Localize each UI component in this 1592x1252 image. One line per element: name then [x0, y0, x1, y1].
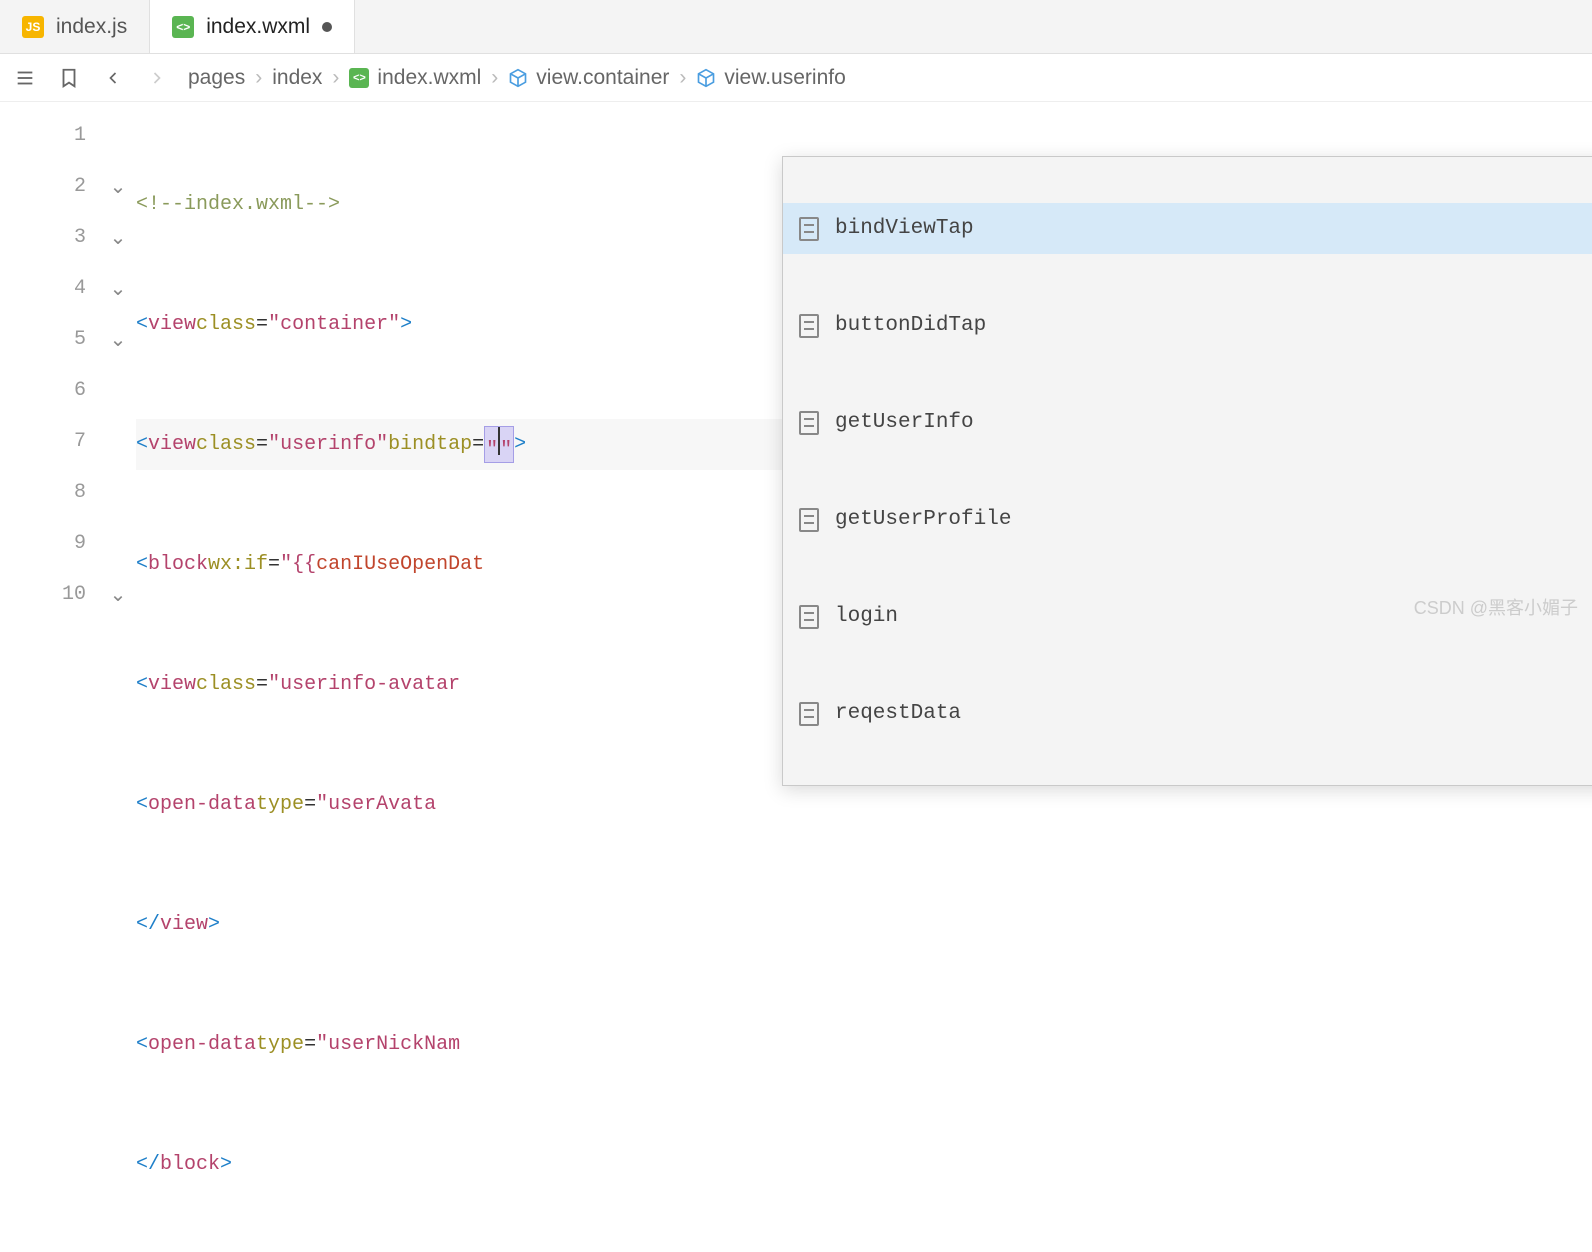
dirty-indicator-icon — [322, 22, 332, 32]
nav-back-icon[interactable] — [100, 65, 126, 91]
autocomplete-item[interactable]: reqestData — [783, 688, 1592, 739]
autocomplete-label: buttonDidTap — [835, 314, 986, 337]
code-line[interactable]: <open-data type="userAvata — [136, 779, 1592, 830]
crumb-index[interactable]: index — [272, 66, 322, 90]
crumb-container[interactable]: view.container — [508, 66, 669, 90]
line-number: 3 — [0, 212, 100, 263]
code-area[interactable]: <!--index.wxml--> <view class="container… — [136, 102, 1592, 1252]
fold-toggle-icon[interactable]: ⌄ — [100, 569, 136, 620]
chevron-right-icon: › — [332, 66, 339, 90]
bookmark-icon[interactable] — [56, 65, 82, 91]
tab-label: index.js — [56, 15, 127, 39]
element-icon — [508, 68, 528, 88]
suggestion-kind-icon — [799, 702, 819, 726]
suggestion-kind-icon — [799, 605, 819, 629]
crumb-file[interactable]: <> index.wxml — [349, 66, 481, 90]
chevron-right-icon: › — [679, 66, 686, 90]
line-number: 4 — [0, 263, 100, 314]
autocomplete-item[interactable]: bindViewTap — [783, 203, 1592, 254]
line-number: 2 — [0, 161, 100, 212]
editor-toolbar: pages › index › <> index.wxml › view.con… — [0, 54, 1592, 102]
line-number-gutter: 1 2 3 4 5 6 7 8 9 10 — [0, 102, 100, 1252]
autocomplete-label: login — [835, 605, 898, 628]
fold-toggle-icon[interactable]: ⌄ — [100, 161, 136, 212]
tab-index-js[interactable]: JS index.js — [0, 0, 150, 53]
chevron-right-icon: › — [491, 66, 498, 90]
code-line[interactable]: </view> — [136, 899, 1592, 950]
line-number: 1 — [0, 110, 100, 161]
line-number: 8 — [0, 467, 100, 518]
autocomplete-label: bindViewTap — [835, 217, 974, 240]
line-number: 5 — [0, 314, 100, 365]
autocomplete-item[interactable]: getUserInfo — [783, 397, 1592, 448]
line-number: 7 — [0, 416, 100, 467]
outline-icon[interactable] — [12, 65, 38, 91]
wxml-file-icon: <> — [349, 68, 369, 88]
autocomplete-item[interactable]: buttonDidTap — [783, 300, 1592, 351]
chevron-right-icon: › — [255, 66, 262, 90]
wxml-file-icon: <> — [172, 16, 194, 38]
crumb-userinfo[interactable]: view.userinfo — [696, 66, 845, 90]
fold-toggle-icon[interactable]: ⌄ — [100, 212, 136, 263]
autocomplete-popup: bindViewTap buttonDidTap getUserInfo get… — [782, 156, 1592, 786]
js-file-icon: JS — [22, 16, 44, 38]
fold-toggle-icon[interactable]: ⌄ — [100, 314, 136, 365]
line-number: 9 — [0, 518, 100, 569]
tab-index-wxml[interactable]: <> index.wxml — [150, 0, 355, 53]
element-icon — [696, 68, 716, 88]
suggestion-kind-icon — [799, 508, 819, 532]
crumb-pages[interactable]: pages — [188, 66, 245, 90]
suggestion-kind-icon — [799, 217, 819, 241]
watermark-text: CSDN @黑客小媚子 — [1414, 594, 1578, 620]
autocomplete-item[interactable]: getUserProfile — [783, 494, 1592, 545]
autocomplete-label: getUserInfo — [835, 411, 974, 434]
nav-forward-icon[interactable] — [144, 65, 170, 91]
code-editor[interactable]: 1 2 3 4 5 6 7 8 9 10 ⌄ ⌄ ⌄ ⌄ ⌄ <!--index… — [0, 102, 1592, 1252]
line-number: 6 — [0, 365, 100, 416]
autocomplete-label: getUserProfile — [835, 508, 1011, 531]
text-cursor — [498, 427, 500, 455]
fold-toggle-icon[interactable]: ⌄ — [100, 263, 136, 314]
breadcrumb: pages › index › <> index.wxml › view.con… — [188, 66, 846, 90]
code-line[interactable]: </block> — [136, 1139, 1592, 1190]
code-line[interactable]: <open-data type="userNickNam — [136, 1019, 1592, 1070]
tab-bar: JS index.js <> index.wxml — [0, 0, 1592, 54]
fold-gutter: ⌄ ⌄ ⌄ ⌄ ⌄ — [100, 102, 136, 1252]
autocomplete-label: reqestData — [835, 702, 961, 725]
suggestion-kind-icon — [799, 411, 819, 435]
line-number: 10 — [0, 569, 100, 620]
tab-label: index.wxml — [206, 15, 310, 39]
suggestion-kind-icon — [799, 314, 819, 338]
